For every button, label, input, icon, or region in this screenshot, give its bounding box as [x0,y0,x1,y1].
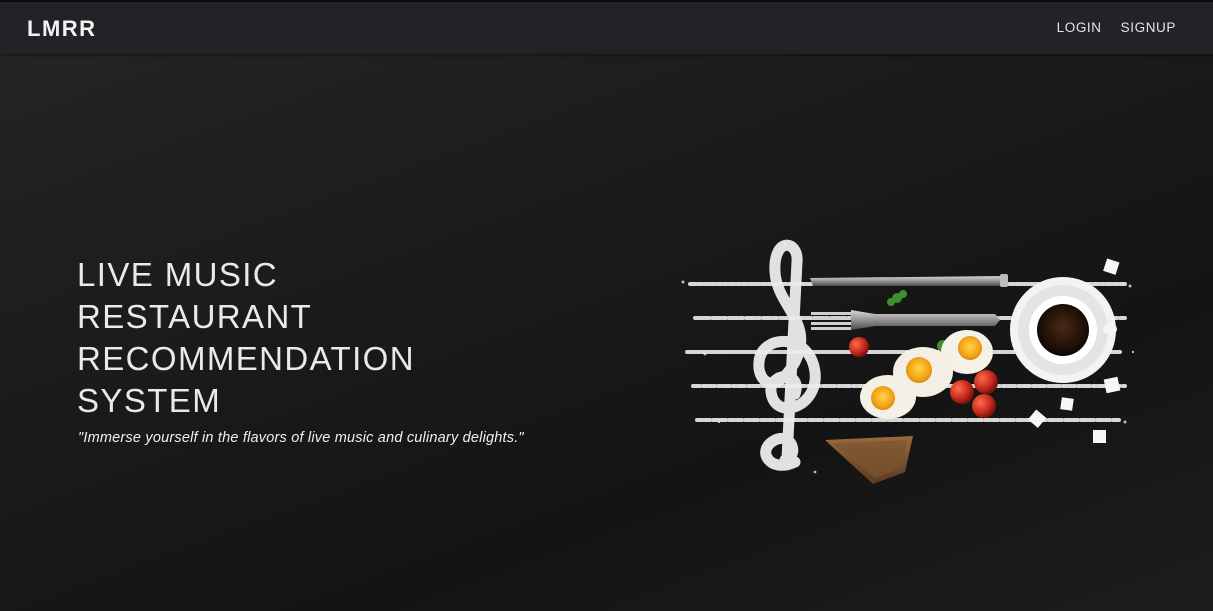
hero-title-line: RECOMMENDATION [77,340,415,377]
hero-title-line: SYSTEM [77,382,222,419]
treble-clef-breakfast-illustration [681,239,1135,484]
hero-title-line: LIVE MUSIC [77,256,279,293]
hero-title-line: RESTAURANT [77,298,313,335]
hero-title: LIVE MUSIC RESTAURANT RECOMMENDATION SYS… [77,254,597,422]
brand-logo[interactable]: LMRR [27,16,97,42]
navbar: LMRR LOGIN SIGNUP [0,2,1213,54]
page: LMRR LOGIN SIGNUP LIVE MUSIC RESTAURANT … [0,0,1213,611]
hero-tagline: "Immerse yourself in the flavors of live… [78,430,524,446]
signup-link[interactable]: SIGNUP [1121,20,1176,35]
nav-links: LOGIN SIGNUP [1057,20,1176,35]
login-link[interactable]: LOGIN [1057,20,1102,35]
